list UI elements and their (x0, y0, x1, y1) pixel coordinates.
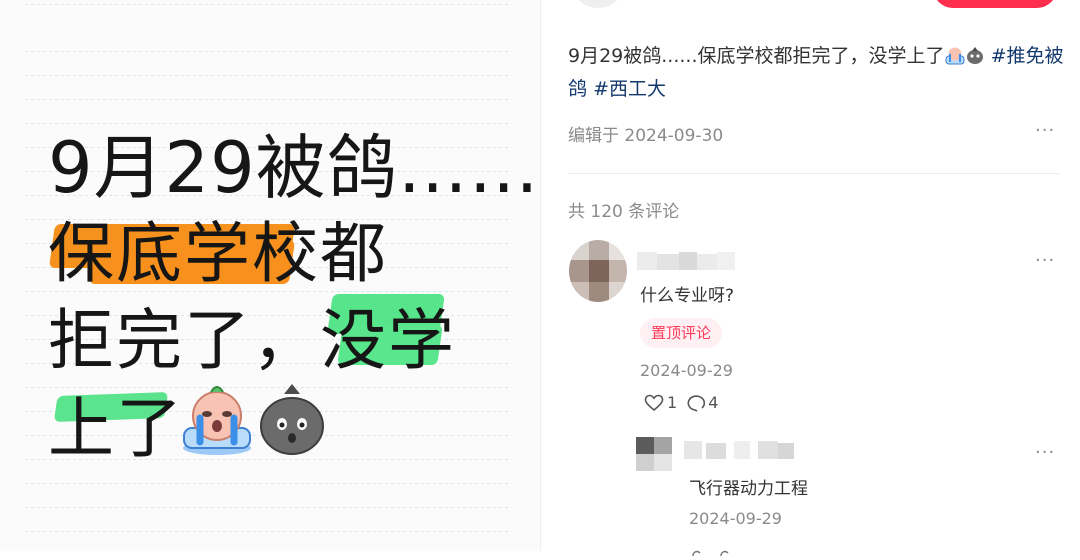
note-text-line: 上了 (48, 390, 184, 467)
comment-icon (687, 394, 706, 412)
pinned-comment-badge: 置顶评论 (640, 318, 723, 348)
comment-stats: 1 4 (644, 393, 726, 412)
heart-icon (644, 394, 664, 411)
comment-text: 什么专业呀? (640, 286, 735, 306)
divider (568, 173, 1060, 174)
hashtag-link[interactable]: #西工大 (593, 78, 666, 100)
note-text-line: 9月29被鸽…… (48, 127, 540, 209)
comment-more-button[interactable]: ··· (1035, 250, 1055, 271)
reply-button[interactable]: 4 (685, 393, 718, 412)
crying-baby-emoji (945, 47, 965, 65)
post-image[interactable]: 9月29被鸽…… 保底学校都 拒完了，没学 上了 (0, 0, 540, 551)
trash-bag-emoji (966, 47, 983, 64)
heart-icon (692, 550, 729, 557)
post-text: 9月29被鸽......保底学校都拒完了，没学上了 (568, 45, 945, 67)
commenter-avatar[interactable] (569, 240, 627, 302)
replier-avatar[interactable] (636, 437, 672, 471)
edit-date: 编辑于 2024-09-30 (568, 126, 724, 146)
follow-button[interactable] (933, 0, 1057, 8)
like-count: 1 (667, 393, 678, 412)
post-detail-panel: 9月29被鸽......保底学校都拒完了，没学上了 #推免被鸽 #西工大 编辑于… (541, 0, 1080, 557)
note-text-line: 保底学校都 (48, 215, 388, 292)
reply-count: 4 (708, 393, 719, 412)
reply-text: 飞行器动力工程 (689, 479, 808, 499)
comment-count: 共 120 条评论 (568, 202, 680, 222)
reply-stats-clipped (691, 541, 741, 557)
reply-date: 2024-09-29 (689, 509, 782, 528)
crying-baby-emoji (183, 386, 251, 455)
post-more-button[interactable]: ··· (1035, 120, 1055, 141)
comment-date: 2024-09-29 (640, 361, 733, 380)
note-text-line: 拒完了，没学 (48, 302, 456, 379)
post-content: 9月29被鸽......保底学校都拒完了，没学上了 #推免被鸽 #西工大 (568, 40, 1068, 106)
author-avatar[interactable] (575, 0, 621, 8)
trash-bag-emoji (260, 384, 324, 455)
like-button[interactable]: 1 (644, 393, 677, 412)
reply-more-button[interactable]: ··· (1035, 442, 1055, 463)
